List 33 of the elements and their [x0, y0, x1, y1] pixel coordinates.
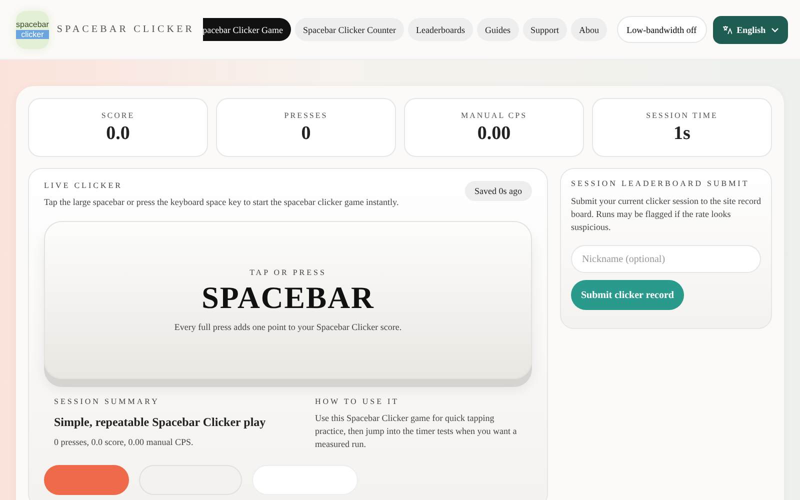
stat-value: 0.0 — [106, 122, 130, 144]
logo-text: spacebar — [16, 20, 49, 29]
nav-tab[interactable]: Abou — [571, 18, 608, 41]
how-to-text: Use this Spacebar Clicker game for quick tapping practice, then jump into the timer tests when you want a measured run. — [315, 412, 518, 451]
bandwidth-toggle[interactable]: Low-bandwidth off — [616, 16, 707, 43]
nav-tab[interactable]: Support — [522, 18, 568, 41]
stat-value: 0 — [301, 122, 311, 144]
action-button[interactable] — [44, 465, 129, 495]
summary-text: 0 presses, 0.0 score, 0.00 manual CPS. — [54, 436, 194, 449]
logo-text: clicker — [16, 30, 49, 39]
section-description: Tap the large spacebar or press the keyboard space key to start the spacebar clicker game instantly. — [44, 196, 399, 209]
stat-value: 1s — [674, 122, 690, 144]
translate-icon — [722, 24, 732, 34]
nav-tab[interactable]: pacebar Clicker Game — [202, 18, 292, 41]
nav-tab[interactable]: Guides — [477, 18, 518, 41]
stat-value: 0.00 — [477, 122, 511, 144]
section-title: SESSION SUMMARY — [54, 396, 160, 406]
brand-name: SPACEBAR CLICKER — [56, 24, 195, 35]
chevron-down-icon — [770, 26, 779, 32]
nav-tab[interactable]: Spacebar Clicker Counter — [295, 18, 404, 41]
nickname-field[interactable]: Nickname (optional) — [571, 245, 761, 274]
section-description: Submit your current clicker session to the site record board. Runs may be flagged if the rate looks suspicious. — [571, 195, 761, 234]
language-button[interactable]: English — [712, 16, 788, 44]
saved-badge: Saved 0s ago — [464, 181, 532, 201]
section-title: SESSION LEADERBOARD SUBMIT — [571, 179, 750, 188]
section-title: HOW TO USE IT — [315, 396, 400, 406]
stat-label: PRESSES — [284, 110, 328, 120]
stat-label: MANUAL CPS — [460, 110, 528, 120]
section-title: LIVE CLICKER — [44, 181, 124, 190]
stat-label: SCORE — [101, 110, 135, 120]
summary-heading: Simple, repeatable Spacebar Clicker play — [54, 414, 267, 430]
stat-label: SESSION TIME — [646, 110, 718, 120]
nav-tab[interactable]: Leaderboards — [408, 18, 473, 41]
